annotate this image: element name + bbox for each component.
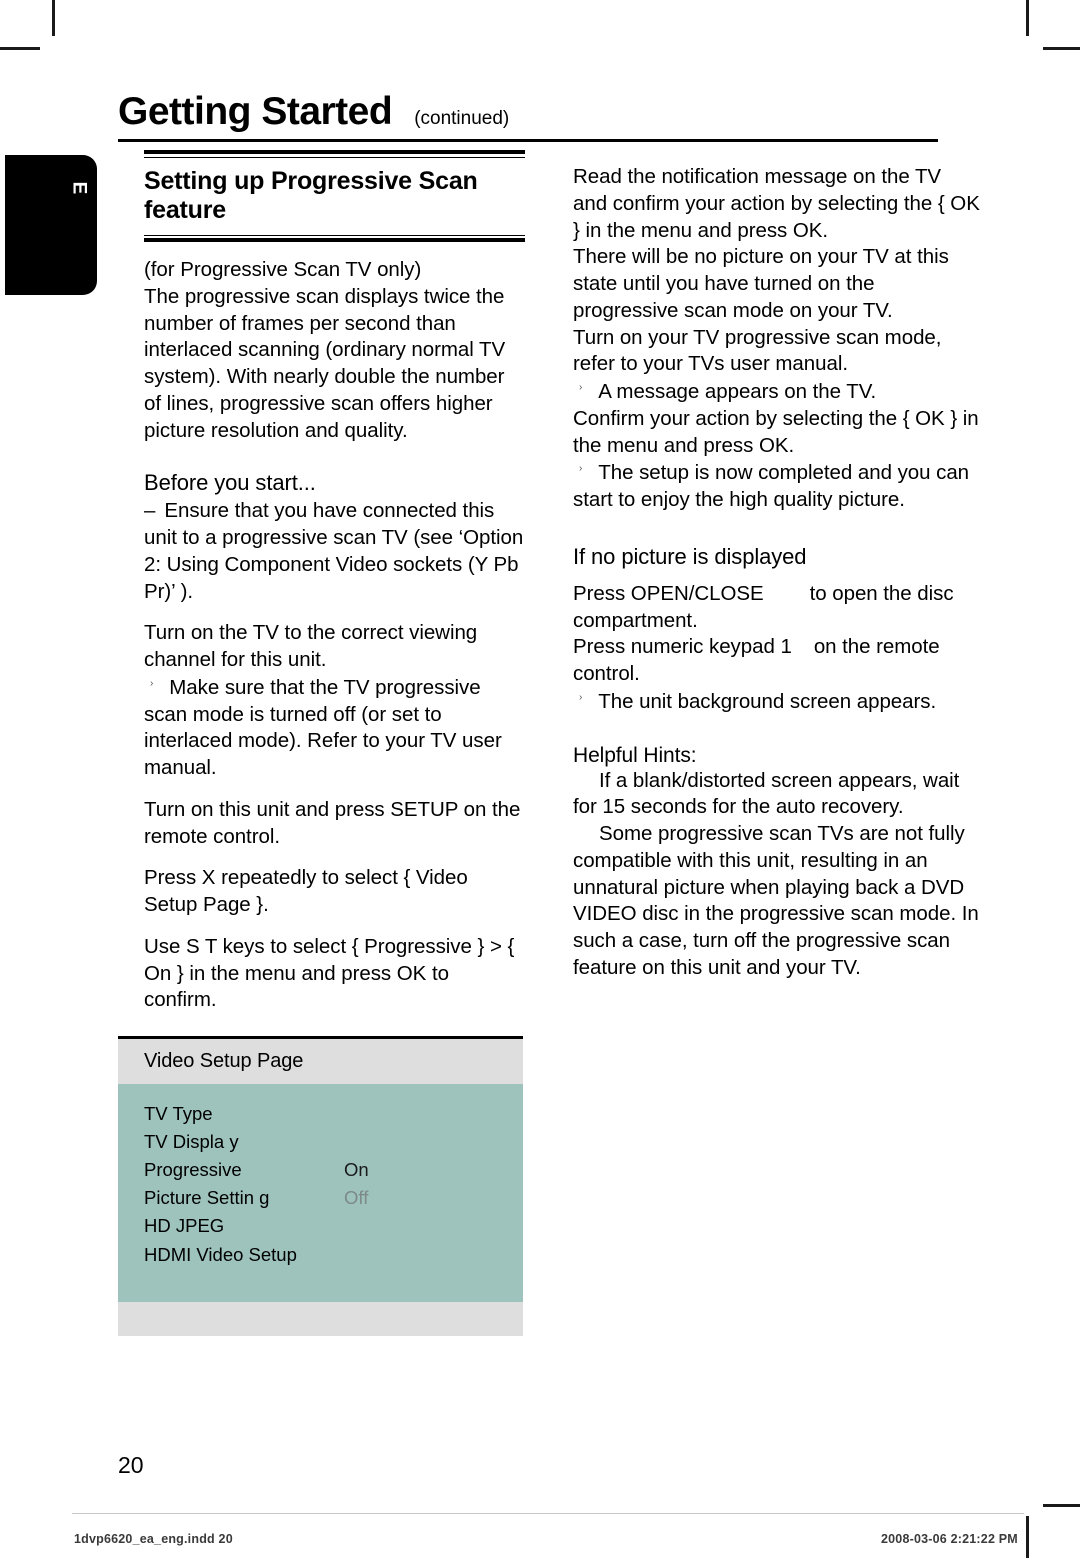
step-7-note-text: The setup is now completed and you can s…	[573, 461, 970, 511]
no-picture-step-1: Press OPEN/CLOSE to open the disc compart…	[573, 581, 980, 635]
before-you-start-text: Ensure that you have connected this unit…	[144, 499, 524, 603]
step-6-note-text: A message appears on the TV.	[598, 380, 877, 403]
osd-row-value: On	[344, 1159, 369, 1181]
no-picture-step-2-note: › The unit background screen appears.	[573, 689, 980, 716]
section-rule-bottom-thick	[144, 238, 525, 242]
crop-mark-bottom-right-vertical	[1026, 1516, 1029, 1558]
step-6: Turn on your TV progressive scan mode, r…	[573, 325, 942, 376]
before-you-start-body: – Ensure that you have connected this uni…	[144, 498, 525, 605]
osd-row-label: Progressive	[144, 1159, 242, 1181]
osd-row: TV Displa y	[118, 1128, 523, 1156]
warning-no-picture: There will be no picture on your TV at t…	[573, 245, 949, 322]
step-1-note: › Make sure that the TV progressive scan …	[144, 675, 525, 782]
tip-marker-icon: ›	[579, 382, 583, 394]
osd-row: HD JPEG	[118, 1212, 523, 1240]
osd-row-label: TV Displa y	[144, 1131, 239, 1153]
page-title-continued: (continued)	[414, 108, 510, 129]
header-row: Getting Started (continued)	[118, 92, 938, 137]
step-1: Turn on the TV to the correct viewing ch…	[144, 621, 478, 671]
before-you-start-heading: Before you start...	[144, 470, 316, 496]
section-title-block: Setting up Progressive Scan feature	[144, 150, 525, 242]
step-4: Use S T keys to select { Progressive } >…	[144, 934, 515, 1012]
osd-row: Picture Settin g Off	[118, 1184, 523, 1212]
tip-marker-icon: ›	[579, 691, 583, 703]
osd-body: TV Type TV Displa y Progressive On Pictu…	[118, 1084, 523, 1302]
content-columns: Setting up Progressive Scan feature (for…	[118, 150, 980, 1336]
step-2: Turn on this unit and press SETUP on the…	[144, 797, 521, 848]
step-7-note: › The setup is now completed and you can …	[573, 460, 980, 514]
video-setup-page-menu: Video Setup Page TV Type TV Displa y Pro…	[118, 1036, 523, 1336]
osd-row-value: Off	[344, 1187, 369, 1209]
osd-title: Video Setup Page	[118, 1039, 523, 1084]
right-column: Read the notification message on the TV …	[573, 150, 980, 1336]
osd-row: HDMI Video Setup	[118, 1241, 523, 1269]
tip-marker-icon: ›	[579, 463, 583, 475]
step-1-note-text: Make sure that the TV progressive scan m…	[144, 675, 502, 779]
page-number: 20	[118, 1452, 144, 1478]
osd-row-label: HD JPEG	[144, 1215, 225, 1237]
crop-mark-top-right-vertical	[1026, 0, 1029, 36]
header-divider	[118, 139, 938, 142]
step-5: Read the notification message on the TV …	[573, 165, 980, 242]
helpful-hint-1: If a blank/distorted screen appears, wai…	[573, 768, 960, 819]
language-tab-letter: E	[68, 181, 90, 195]
language-tab: E	[5, 155, 97, 295]
osd-row-label: TV Type	[144, 1103, 213, 1124]
step-7: Confirm your action by selecting the { O…	[573, 406, 979, 457]
no-picture-step-2: Press numeric keypad 1 on the remote cont…	[573, 634, 980, 688]
intro-body: The progressive scan displays twice the …	[144, 284, 506, 442]
no-picture-step-1a: Press OPEN/CLOSE	[573, 581, 764, 605]
section-rule-bottom-thin	[144, 234, 525, 236]
crop-mark-top-right-horizontal	[1043, 47, 1080, 50]
section-rule-top-thick	[144, 150, 525, 154]
crop-mark-top-left-horizontal	[0, 47, 40, 50]
no-picture-step-2-note-text: The unit background screen appears.	[598, 689, 937, 713]
helpful-hint-2: Some progressive scan TVs are not fully …	[573, 822, 979, 979]
left-column: Setting up Progressive Scan feature (for…	[118, 150, 525, 1336]
print-footer-filename: 1dvp6620_ea_eng.indd 20	[74, 1532, 233, 1546]
osd-footer-bar	[118, 1302, 523, 1336]
crop-mark-bottom-right-horizontal	[1043, 1504, 1080, 1507]
crop-mark-top-left-vertical	[52, 0, 55, 36]
page-title: Getting Started	[118, 90, 393, 133]
osd-row: TV Type	[118, 1100, 523, 1128]
no-picture-heading: If no picture is displayed	[573, 543, 807, 569]
tip-marker-icon: ›	[150, 677, 154, 689]
step-3: Press X repeatedly to select { Video Set…	[144, 866, 468, 916]
helpful-hints-heading: Helpful Hints:	[573, 743, 697, 767]
section-title: Setting up Progressive Scan feature	[144, 166, 478, 225]
left-body: (for Progressive Scan TV only) The progr…	[144, 257, 525, 1014]
print-footer-timestamp: 2008-03-06 2:21:22 PM	[881, 1532, 1018, 1546]
osd-row-label: Picture Settin g	[144, 1187, 270, 1209]
step-6-note: › A message appears on the TV.	[573, 379, 980, 406]
osd-row-label: HDMI Video Setup	[144, 1243, 297, 1265]
intro-note: (for Progressive Scan TV only)	[144, 258, 422, 281]
no-picture-step-2a: Press numeric keypad 1	[573, 635, 792, 659]
dash-marker: –	[144, 499, 156, 523]
page-header: Getting Started (continued)	[118, 92, 938, 142]
osd-row: Progressive On	[118, 1156, 523, 1184]
print-footer-divider	[72, 1513, 1024, 1514]
